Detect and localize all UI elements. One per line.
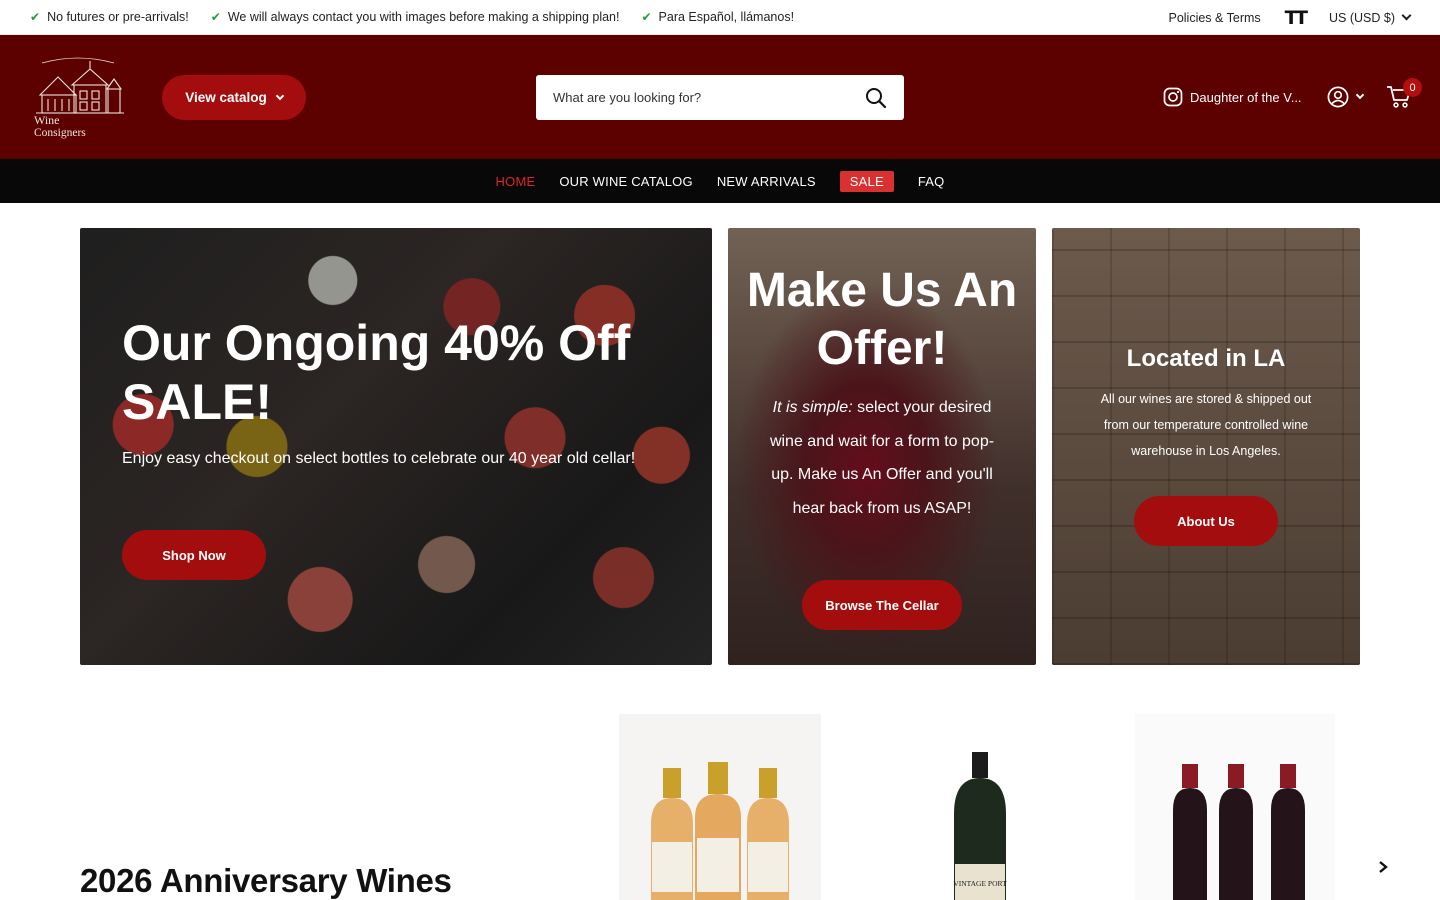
- offer-description-emphasis: It is simple:: [772, 399, 853, 416]
- sale-title: Our Ongoing 40% Off SALE!: [122, 315, 631, 430]
- offer-description-rest: select your desired wine and wait for a …: [769, 399, 995, 517]
- text-size-icon[interactable]: TT: [1285, 7, 1308, 29]
- offer-title: Make Us An Offer!: [746, 264, 1018, 375]
- search-icon: [866, 87, 887, 108]
- announcement-text: We will always contact you with images b…: [227, 10, 620, 24]
- announcement-text: Para Español, llámanos!: [658, 10, 795, 24]
- logo-house-icon: Wine Consigners: [34, 57, 124, 139]
- hero-offer-banner: Make Us An Offer! It is simple: select y…: [728, 228, 1036, 665]
- hero-location-banner: Located in LA All our wines are stored &…: [1052, 228, 1360, 665]
- currency-label: US (USD $): [1329, 10, 1395, 25]
- location-description: All our wines are stored & shipped out f…: [1100, 392, 1312, 458]
- search-bar: [536, 75, 904, 120]
- cart-count-badge: 0: [1403, 78, 1422, 97]
- check-icon: ✔: [30, 10, 41, 24]
- announcement-text: No futures or pre-arrivals!: [47, 10, 189, 24]
- chevron-down-icon: [1355, 90, 1365, 100]
- view-catalog-button[interactable]: View catalog: [162, 75, 306, 120]
- view-catalog-label: View catalog: [185, 90, 267, 105]
- svg-text:Wine: Wine: [34, 113, 60, 127]
- product-card[interactable]: VINTAGE PORT: [880, 714, 1080, 900]
- account-button[interactable]: [1327, 86, 1365, 108]
- product-card[interactable]: [619, 714, 821, 900]
- main-navigation: HOME OUR WINE CATALOG NEW ARRIVALS SALE …: [0, 159, 1440, 203]
- cart-button[interactable]: 0: [1386, 78, 1422, 114]
- chevron-right-icon: [1379, 861, 1388, 873]
- chevron-down-icon: [1401, 10, 1412, 21]
- product-image-red-wine-bottles: [1173, 764, 1305, 900]
- carousel-next-button[interactable]: [1374, 858, 1392, 876]
- announcement-item: ✔ We will always contact you with images…: [211, 10, 620, 24]
- site-logo[interactable]: Wine Consigners: [28, 55, 128, 141]
- product-image-port-bottle: VINTAGE PORT: [953, 752, 1007, 900]
- svg-text:VINTAGE PORT: VINTAGE PORT: [953, 879, 1007, 888]
- instagram-icon: [1163, 87, 1183, 107]
- svg-text:Consigners: Consigners: [34, 127, 86, 139]
- announcement-bar: ✔ No futures or pre-arrivals! ✔ We will …: [0, 0, 1440, 35]
- nav-item-sale[interactable]: SALE: [839, 170, 894, 192]
- sale-description: Enjoy easy checkout on select bottles to…: [122, 450, 636, 467]
- nav-item-new-arrivals[interactable]: NEW ARRIVALS: [717, 174, 816, 189]
- instagram-link[interactable]: Daughter of the V...: [1163, 87, 1302, 107]
- hero-sale-banner: Our Ongoing 40% Off SALE! Enjoy easy che…: [80, 228, 712, 665]
- site-header: Wine Consigners View catalog Daughter of…: [0, 35, 1440, 159]
- search-button[interactable]: [848, 75, 904, 120]
- browse-cellar-button[interactable]: Browse The Cellar: [802, 580, 962, 630]
- announcement-item: ✔ No futures or pre-arrivals!: [30, 10, 189, 24]
- check-icon: ✔: [641, 10, 652, 24]
- anniversary-section-title: 2026 Anniversary Wines: [80, 862, 452, 899]
- nav-item-faq[interactable]: FAQ: [918, 174, 945, 189]
- currency-selector[interactable]: US (USD $): [1329, 10, 1412, 25]
- nav-item-wine-catalog[interactable]: OUR WINE CATALOG: [559, 174, 692, 189]
- offer-description: It is simple: select your desired wine a…: [762, 391, 1002, 525]
- chevron-down-icon: [275, 91, 285, 101]
- check-icon: ✔: [210, 10, 221, 24]
- shop-now-button[interactable]: Shop Now: [122, 530, 266, 580]
- about-us-button[interactable]: About Us: [1134, 496, 1278, 546]
- instagram-label: Daughter of the V...: [1190, 89, 1302, 105]
- user-icon: [1327, 86, 1349, 108]
- search-input[interactable]: [536, 75, 848, 120]
- nav-item-home[interactable]: HOME: [496, 174, 536, 189]
- location-title: Located in LA: [1126, 345, 1286, 372]
- announcement-item: ✔ Para Español, llámanos!: [641, 10, 794, 24]
- product-image-sauternes-bottles: [651, 762, 789, 900]
- product-card[interactable]: [1135, 714, 1335, 900]
- policies-link[interactable]: Policies & Terms: [1168, 11, 1260, 25]
